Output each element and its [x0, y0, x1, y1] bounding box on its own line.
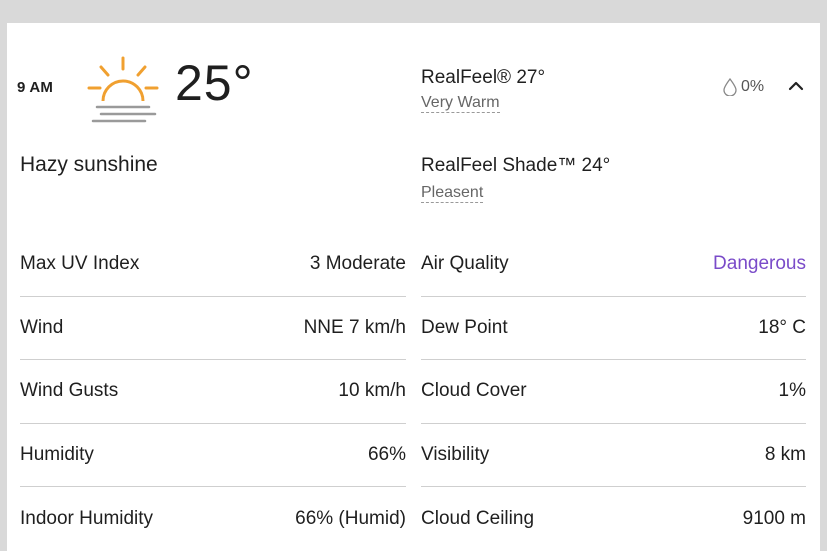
detail-row: Visibility 8 km: [421, 424, 806, 487]
precipitation-value: 0%: [741, 78, 765, 95]
detail-row: Wind Gusts 10 km/h: [20, 360, 406, 424]
realfeel-shade-description[interactable]: Pleasent: [421, 184, 484, 203]
condition-text: Hazy sunshine: [20, 153, 158, 176]
hazy-sun-icon: [87, 56, 159, 123]
detail-value: 10 km/h: [338, 380, 406, 402]
hourly-forecast-card: 9 AM 25° Hazy sunshine RealFeel® 27° Ver…: [7, 23, 820, 551]
details-left-column: Max UV Index 3 Moderate Wind NNE 7 km/h …: [20, 233, 406, 551]
detail-label: Wind: [20, 316, 64, 338]
detail-value: 1%: [778, 380, 806, 402]
temperature: 25°: [175, 55, 254, 111]
detail-label: Dew Point: [421, 316, 508, 338]
detail-value: 66%: [367, 443, 406, 465]
realfeel-label: RealFeel® 27°: [421, 67, 546, 88]
detail-row: Max UV Index 3 Moderate: [20, 233, 406, 297]
detail-value: 66% (Humid): [295, 507, 406, 529]
detail-row: Cloud Cover 1%: [421, 360, 806, 424]
detail-row: Wind NNE 7 km/h: [20, 297, 406, 360]
detail-row: Cloud Ceiling 9100 m: [421, 487, 806, 551]
detail-value: 3 Moderate: [309, 253, 406, 275]
realfeel-shade-label: RealFeel Shade™ 24°: [421, 155, 611, 176]
detail-value: 8 km: [764, 443, 806, 465]
detail-label: Visibility: [421, 443, 490, 465]
detail-row: Dew Point 18° C: [421, 297, 806, 360]
detail-label: Wind Gusts: [20, 380, 119, 402]
precipitation: 0%: [723, 78, 764, 96]
detail-label: Cloud Ceiling: [421, 507, 535, 529]
detail-label: Humidity: [20, 443, 94, 465]
detail-row: Humidity 66%: [20, 424, 406, 487]
top-bar: [0, 0, 827, 23]
air-quality-link[interactable]: Dangerous: [713, 253, 806, 275]
detail-row: Indoor Humidity 66% (Humid): [20, 487, 406, 551]
detail-row: Air Quality Dangerous: [421, 233, 806, 297]
detail-value: NNE 7 km/h: [303, 316, 406, 338]
detail-value: 9100 m: [742, 507, 806, 529]
forecast-time: 9 AM: [17, 79, 54, 96]
details-right-column: Air Quality Dangerous Dew Point 18° C Cl…: [421, 233, 806, 551]
detail-label: Air Quality: [421, 253, 509, 275]
detail-label: Cloud Cover: [421, 380, 527, 402]
chevron-up-icon[interactable]: [785, 75, 807, 97]
realfeel-description[interactable]: Very Warm: [421, 94, 500, 113]
detail-label: Indoor Humidity: [20, 507, 154, 529]
raindrop-icon: [723, 78, 737, 96]
detail-label: Max UV Index: [20, 253, 140, 275]
detail-value: 18° C: [758, 316, 806, 338]
